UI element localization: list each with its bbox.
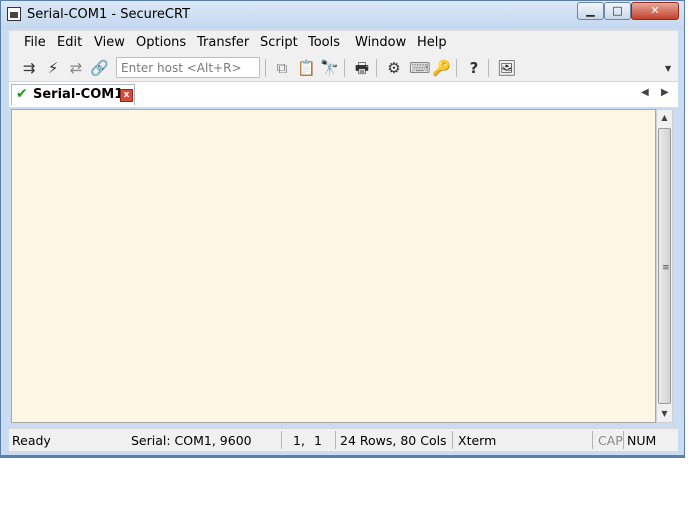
settings-icon[interactable]: ⚙ xyxy=(385,59,403,77)
chevron-down-icon[interactable]: ▼ xyxy=(665,64,671,73)
copy-icon[interactable]: ⧉ xyxy=(273,59,291,77)
quick-connect-icon[interactable]: ⚡ xyxy=(44,59,62,77)
vertical-scrollbar[interactable]: ▲ ≡ ▼ xyxy=(656,109,673,423)
title-bar[interactable]: Serial-COM1 - SecureCRT ▁ □ ✕ xyxy=(1,1,684,29)
maximize-button[interactable]: □ xyxy=(604,2,631,20)
app-icon[interactable] xyxy=(7,7,21,21)
help-icon[interactable]: ? xyxy=(465,59,483,77)
status-separator xyxy=(281,431,282,449)
status-col: 1 xyxy=(314,433,322,448)
minimize-button[interactable]: ▁ xyxy=(577,2,604,20)
close-button[interactable]: ✕ xyxy=(631,2,679,20)
status-cap: CAP xyxy=(598,433,623,448)
tab-label: Serial-COM1 xyxy=(33,87,124,102)
grip-icon: ≡ xyxy=(662,263,670,273)
connected-check-icon: ✔ xyxy=(16,86,28,102)
tab-close-icon[interactable]: x xyxy=(120,89,133,102)
tab-bar: ✔ Serial-COM1 x ◀ ▶ xyxy=(9,82,678,107)
status-num: NUM xyxy=(627,433,657,448)
menu-options[interactable]: Options xyxy=(136,35,186,50)
menu-window[interactable]: Window xyxy=(355,35,406,50)
status-row: 1, xyxy=(293,433,305,448)
scrollbar-thumb[interactable]: ≡ xyxy=(658,128,671,404)
connect-icon[interactable]: ⇉ xyxy=(20,59,38,77)
status-separator xyxy=(452,431,453,449)
toolbar-separator xyxy=(488,59,489,77)
menu-view[interactable]: View xyxy=(94,35,125,50)
tab-serial-com1[interactable]: ✔ Serial-COM1 x xyxy=(11,84,135,105)
toolbar-separator xyxy=(344,59,345,77)
menu-edit[interactable]: Edit xyxy=(57,35,82,50)
toolbar: ⇉ ⚡ ⇄ 🔗 ⧉ 📋 🔭 🖶 ⚙ ⌨ 🔑 ? 🖼 ▼ xyxy=(9,55,678,82)
menu-script[interactable]: Script xyxy=(260,35,298,50)
status-bar: Ready Serial: COM1, 9600 1, 1 24 Rows, 8… xyxy=(9,428,678,451)
find-icon[interactable]: 🔭 xyxy=(320,59,339,77)
disconnect-icon[interactable]: 🔗 xyxy=(90,59,109,77)
menu-bar: File Edit View Options Transfer Script T… xyxy=(9,30,678,55)
toolbar-separator xyxy=(265,59,266,77)
status-ready: Ready xyxy=(12,433,51,448)
menu-help[interactable]: Help xyxy=(417,35,447,50)
window-title: Serial-COM1 - SecureCRT xyxy=(27,7,191,22)
menu-file[interactable]: File xyxy=(24,35,46,50)
keymap-icon[interactable]: ⌨ xyxy=(409,59,431,77)
tab-scroll-right-icon[interactable]: ▶ xyxy=(661,87,669,98)
key-icon[interactable]: 🔑 xyxy=(432,59,451,77)
menu-transfer[interactable]: Transfer xyxy=(197,35,249,50)
reconnect-icon[interactable]: ⇄ xyxy=(67,59,85,77)
scroll-up-icon[interactable]: ▲ xyxy=(657,113,672,122)
window-bottom-edge xyxy=(0,456,685,458)
status-size: 24 Rows, 80 Cols xyxy=(340,433,447,448)
scroll-down-icon[interactable]: ▼ xyxy=(657,409,672,418)
status-separator xyxy=(335,431,336,449)
status-separator xyxy=(623,431,624,449)
terminal-area[interactable] xyxy=(11,109,656,423)
print-icon[interactable]: 🖶 xyxy=(353,59,371,77)
status-separator xyxy=(592,431,593,449)
toolbar-separator xyxy=(376,59,377,77)
securecrt-window: Serial-COM1 - SecureCRT ▁ □ ✕ File Edit … xyxy=(0,0,685,456)
tab-scroll-left-icon[interactable]: ◀ xyxy=(641,87,649,98)
toolbar-separator xyxy=(456,59,457,77)
host-input[interactable] xyxy=(116,57,260,78)
options-icon[interactable]: 🖼 xyxy=(497,59,516,77)
menu-tools[interactable]: Tools xyxy=(308,35,340,50)
paste-icon[interactable]: 📋 xyxy=(297,59,316,77)
status-connection: Serial: COM1, 9600 xyxy=(131,433,252,448)
status-terminal-type: Xterm xyxy=(458,433,497,448)
